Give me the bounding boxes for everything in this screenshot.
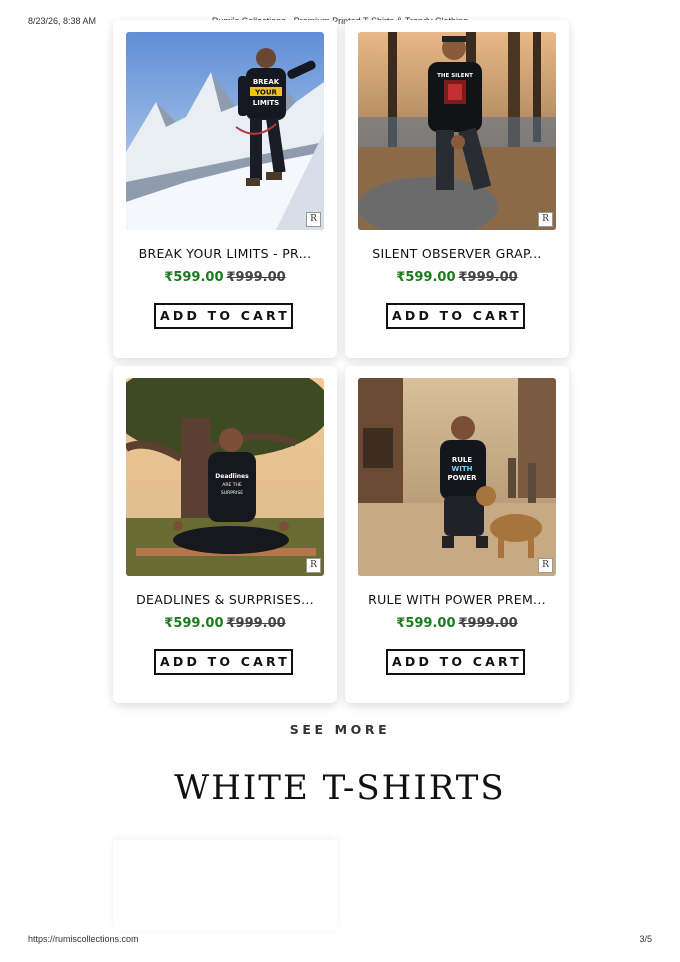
product-image[interactable]: RULE WITH POWER R (358, 378, 556, 576)
product-card[interactable]: Deadlines ARE THE SURPRISE R DEADLINES &… (113, 366, 337, 703)
svg-text:YOUR: YOUR (254, 89, 277, 97)
print-header: 8/23/26, 8:38 AM Rumi's Collections - Pr… (0, 16, 680, 30)
product-name[interactable]: RULE WITH POWER PREM... (345, 592, 569, 607)
original-price: ₹999.00 (458, 270, 518, 285)
product-image[interactable]: BREAK YOUR LIMITS R (126, 32, 324, 230)
product-card[interactable]: THE SILENT R SILENT OBSERVER GRAP... ₹59… (345, 20, 569, 358)
brand-logo-mark: R (306, 212, 321, 227)
svg-text:Deadlines: Deadlines (215, 473, 249, 480)
sale-price: ₹599.00 (396, 616, 456, 631)
sale-price: ₹599.00 (164, 616, 224, 631)
product-card[interactable]: RULE WITH POWER R RULE WITH POWER PREM..… (345, 366, 569, 703)
brand-logo-mark: R (538, 558, 553, 573)
sale-price: ₹599.00 (164, 270, 224, 285)
svg-text:RULE: RULE (452, 456, 473, 464)
product-card[interactable]: BREAK YOUR LIMITS R BREAK YOUR LIMITS - … (113, 20, 337, 358)
product-name[interactable]: BREAK YOUR LIMITS - PR... (113, 246, 337, 261)
svg-text:WITH: WITH (452, 465, 473, 473)
product-price: ₹599.00 ₹999.00 (113, 616, 337, 631)
sale-price: ₹599.00 (396, 270, 456, 285)
section-title: WHITE T-SHIRTS (174, 768, 506, 808)
product-card-placeholder (113, 840, 337, 930)
product-price: ₹599.00 ₹999.00 (345, 270, 569, 285)
svg-text:THE SILENT: THE SILENT (437, 73, 473, 79)
brand-logo-mark: R (538, 212, 553, 227)
shirt-print-text: BREAK YOUR LIMITS (250, 78, 282, 107)
print-footer: https://rumiscollections.com 3/5 (0, 934, 680, 948)
brand-logo-mark: R (306, 558, 321, 573)
product-image[interactable]: THE SILENT R (358, 32, 556, 230)
add-to-cart-button[interactable]: ADD TO CART (154, 303, 293, 329)
print-page-number: 3/5 (639, 934, 652, 944)
see-more-button[interactable]: SEE MORE (0, 722, 680, 737)
print-page-title: Rumi's Collections - Premium Printed T-S… (211, 16, 469, 26)
product-name[interactable]: DEADLINES & SURPRISES... (113, 592, 337, 607)
product-name[interactable]: SILENT OBSERVER GRAP... (345, 246, 569, 261)
svg-text:LIMITS: LIMITS (253, 99, 279, 107)
original-price: ₹999.00 (458, 616, 518, 631)
add-to-cart-button[interactable]: ADD TO CART (386, 303, 525, 329)
svg-text:POWER: POWER (448, 474, 478, 482)
add-to-cart-button[interactable]: ADD TO CART (386, 649, 525, 675)
product-image[interactable]: Deadlines ARE THE SURPRISE R (126, 378, 324, 576)
svg-text:SURPRISE: SURPRISE (221, 490, 243, 496)
print-url: https://rumiscollections.com (28, 934, 139, 944)
product-price: ₹599.00 ₹999.00 (345, 616, 569, 631)
original-price: ₹999.00 (226, 616, 286, 631)
product-price: ₹599.00 ₹999.00 (113, 270, 337, 285)
add-to-cart-button[interactable]: ADD TO CART (154, 649, 293, 675)
svg-text:BREAK: BREAK (253, 78, 280, 86)
svg-text:ARE THE: ARE THE (222, 482, 242, 488)
original-price: ₹999.00 (226, 270, 286, 285)
